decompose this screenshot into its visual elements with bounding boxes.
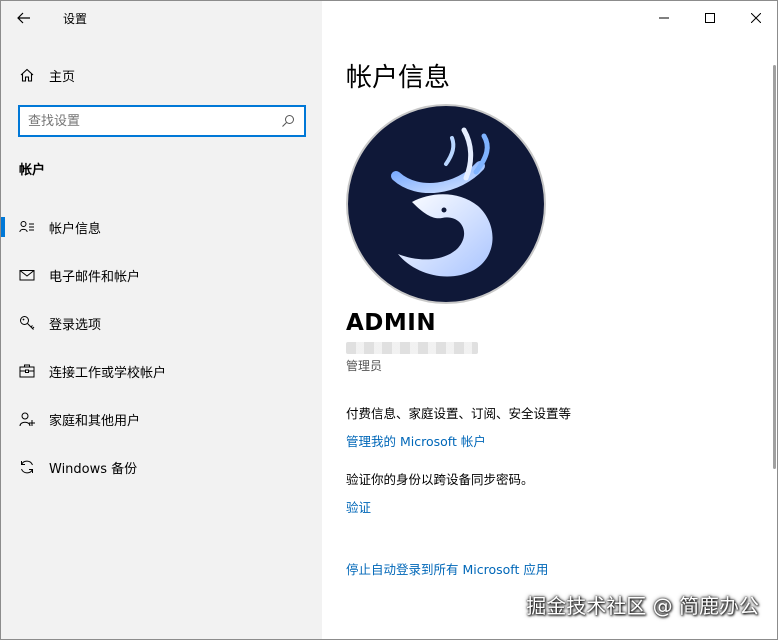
- main-content: 帐户信息 ADMIN 管理员 付费信息、家庭设置、订阅、安全设置等 管理我的 M…: [322, 1, 777, 639]
- sidebar-item-label: 帐户信息: [49, 221, 102, 237]
- stop-auto-login-link[interactable]: 停止自动登录到所有 Microsoft 应用: [346, 559, 548, 578]
- user-name: ADMIN: [346, 310, 437, 336]
- search-icon[interactable]: [280, 113, 296, 129]
- sidebar-item-work-school[interactable]: 连接工作或学校帐户: [1, 347, 322, 395]
- minimize-button[interactable]: [641, 1, 687, 35]
- maximize-button[interactable]: [687, 1, 733, 35]
- redacted-email: [346, 342, 478, 354]
- sidebar-item-label: 家庭和其他用户: [49, 413, 141, 429]
- sidebar-item-label: 连接工作或学校帐户: [49, 365, 167, 381]
- key-icon: [19, 315, 35, 331]
- sidebar-item-label: 电子邮件和帐户: [49, 269, 141, 285]
- sidebar-item-account-info[interactable]: 帐户信息: [1, 203, 322, 251]
- nav-list: 帐户信息 电子邮件和帐户 登录选项 连接工作或学校帐户 家庭和其他用户 Wind…: [1, 203, 322, 491]
- close-button[interactable]: [733, 1, 777, 35]
- minimize-icon: [656, 10, 672, 26]
- window-controls: [641, 1, 777, 35]
- sync-icon: [19, 459, 35, 475]
- add-user-icon: [19, 411, 35, 427]
- sidebar-item-windows-backup[interactable]: Windows 备份: [1, 443, 322, 491]
- close-icon: [748, 10, 764, 26]
- sidebar-item-label: 登录选项: [49, 317, 102, 333]
- manage-account-link[interactable]: 管理我的 Microsoft 帐户: [346, 431, 486, 450]
- sidebar-item-label: Windows 备份: [49, 461, 138, 477]
- sidebar-item-home[interactable]: 主页: [1, 59, 322, 91]
- sidebar-item-sign-in-options[interactable]: 登录选项: [1, 299, 322, 347]
- back-button[interactable]: [1, 1, 47, 35]
- account-role: 管理员: [346, 359, 383, 373]
- briefcase-icon: [19, 363, 35, 379]
- page-title: 帐户信息: [346, 63, 451, 93]
- verify-info-text: 验证你的身份以跨设备同步密码。: [346, 472, 534, 487]
- sidebar-item-label: 主页: [49, 69, 76, 85]
- avatar: [346, 104, 546, 304]
- watermark: 掘金技术社区 @ 简鹿办公: [526, 594, 759, 618]
- search-box: [18, 105, 306, 137]
- settings-window: 设置 主页 帐户 帐户信息: [0, 0, 778, 640]
- verify-link[interactable]: 验证: [346, 497, 371, 516]
- email-icon: [19, 267, 35, 283]
- search-input[interactable]: [28, 113, 280, 129]
- sidebar: 设置 主页 帐户 帐户信息: [1, 1, 322, 639]
- sidebar-item-family-users[interactable]: 家庭和其他用户: [1, 395, 322, 443]
- title-bar: 设置: [1, 1, 322, 35]
- scrollbar[interactable]: [773, 65, 776, 469]
- sidebar-item-email-accounts[interactable]: 电子邮件和帐户: [1, 251, 322, 299]
- deer-logo-icon: [391, 127, 493, 277]
- back-arrow-icon: [16, 10, 32, 26]
- maximize-icon: [702, 10, 718, 26]
- window-title: 设置: [63, 11, 88, 26]
- section-title: 帐户: [19, 163, 46, 178]
- home-icon: [19, 67, 35, 83]
- account-info-icon: [19, 219, 35, 235]
- account-info-text: 付费信息、家庭设置、订阅、安全设置等: [346, 406, 572, 421]
